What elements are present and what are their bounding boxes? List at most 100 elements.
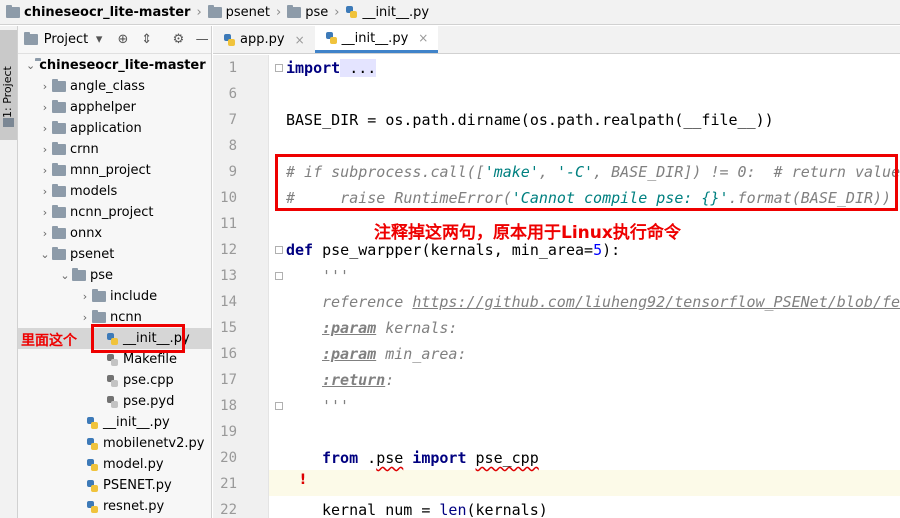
breadcrumb-item-pse[interactable]: pse (287, 4, 328, 20)
chevron-right-icon[interactable]: › (38, 80, 52, 93)
tree-item[interactable]: PSENET.py (18, 475, 211, 496)
gear-icon[interactable]: ⚙ (170, 31, 188, 49)
tree-item[interactable]: ⌄ pse (18, 265, 211, 286)
line-number: 20 (220, 450, 237, 466)
fold-marker-icon[interactable] (275, 402, 283, 410)
fold-marker-icon[interactable] (275, 246, 283, 254)
tree-item[interactable]: mobilenetv2.py (18, 433, 211, 454)
docstring-link[interactable]: https://github.com/liuheng92/tensorflow_… (412, 293, 900, 311)
chevron-down-icon[interactable]: ⌄ (58, 269, 72, 282)
code-token: . (358, 449, 377, 467)
line-number: 10 (220, 190, 237, 206)
folder-icon (52, 121, 66, 134)
fold-marker-icon[interactable] (275, 272, 283, 280)
tree-item[interactable]: resnet.py (18, 496, 211, 517)
breadcrumb-item-file[interactable]: __init__.py (345, 5, 429, 20)
docstring-tag: :param (322, 319, 377, 337)
line-number: 9 (228, 164, 237, 180)
chevron-right-icon[interactable]: › (38, 122, 52, 135)
tree-item-label: __init__.py (103, 415, 170, 430)
line-number: 17 (220, 372, 237, 388)
code-line-15: :param kernals: (270, 315, 900, 341)
code-area[interactable]: import ... BASE_DIR = os.path.dirname(os… (270, 55, 900, 518)
tree-item-label: onnx (70, 226, 103, 241)
annotation-box-tree (91, 324, 185, 353)
close-icon[interactable]: × (295, 33, 305, 47)
collapse-all-icon[interactable]: ⇕ (138, 31, 156, 49)
line-number: 16 (220, 346, 237, 362)
tree-item-label: psenet (70, 247, 115, 262)
folder-icon (6, 4, 20, 18)
tree-item-label: model.py (103, 457, 164, 472)
tree-item-label: models (70, 184, 118, 199)
line-number: 21 (220, 476, 237, 492)
tree-item[interactable]: › mnn_project (18, 160, 211, 181)
tab-app-py[interactable]: app.py × (213, 26, 315, 53)
code-line-18: ''' (270, 393, 900, 419)
chevron-right-icon[interactable]: › (78, 311, 92, 324)
tree-item[interactable]: pse.cpp (18, 370, 211, 391)
unresolved-module[interactable]: pse (376, 449, 403, 467)
breadcrumb-label: __init__.py (362, 4, 430, 20)
close-icon[interactable]: × (418, 31, 428, 45)
fold-marker-icon[interactable] (275, 64, 283, 72)
line-number-gutter: 1 6 7 8 9 10 11 12 13 14 15 16 17 18 19 … (213, 55, 269, 518)
tab-label: __init__.py (341, 30, 409, 46)
breadcrumb-label: psenet (225, 4, 270, 20)
breadcrumb-item-root[interactable]: chineseocr_lite-master (6, 4, 190, 20)
tree-item-label: pse.cpp (123, 373, 174, 388)
code-line-14: reference https://github.com/liuheng92/t… (270, 289, 900, 315)
tree-item[interactable]: model.py (18, 454, 211, 475)
tree-item[interactable]: pse.pyd (18, 391, 211, 412)
line-number: 18 (220, 398, 237, 414)
tree-item[interactable]: › angle_class (18, 76, 211, 97)
hide-icon[interactable]: — (193, 31, 211, 49)
chevron-right-icon[interactable]: › (38, 206, 52, 219)
tree-item-label: resnet.py (103, 499, 165, 514)
tree-item-label: crnn (70, 142, 99, 157)
folded-region[interactable]: ... (340, 59, 377, 77)
folder-icon (3, 118, 14, 127)
line-number: 13 (220, 268, 237, 284)
tree-item[interactable]: __init__.py (18, 412, 211, 433)
tree-item[interactable]: › crnn (18, 139, 211, 160)
tree-item[interactable]: ⌄ psenet (18, 244, 211, 265)
code-line-20: from . pse import pse_cpp (270, 445, 900, 471)
file-icon (106, 395, 119, 409)
annotation-box-code (275, 154, 898, 211)
tree-item[interactable]: › application (18, 118, 211, 139)
chevron-right-icon[interactable]: › (38, 101, 52, 114)
code-keyword: def (286, 241, 314, 259)
code-docstring: reference (322, 293, 413, 311)
tab-init-py[interactable]: __init__.py × (314, 26, 439, 53)
chevron-down-icon[interactable]: ▾ (90, 31, 108, 49)
tree-item-label: ncnn (110, 310, 142, 325)
code-docstring: : (385, 371, 395, 389)
breadcrumb-item-psenet[interactable]: psenet (207, 4, 270, 20)
chevron-right-icon[interactable]: › (38, 185, 52, 198)
annotation-tree-note: 里面这个 (21, 333, 77, 349)
chevron-right-icon[interactable]: › (38, 164, 52, 177)
tree-item[interactable]: › onnx (18, 223, 211, 244)
python-file-icon (86, 500, 99, 514)
chevron-down-icon[interactable]: ⌄ (26, 59, 35, 72)
tree-item-root[interactable]: ⌄ chineseocr_lite-master C: (18, 55, 211, 76)
tree-item[interactable]: › include (18, 286, 211, 307)
python-file-icon (223, 33, 236, 47)
chevron-right-icon[interactable]: › (78, 290, 92, 303)
unresolved-name[interactable]: pse_cpp (476, 449, 539, 467)
tab-label: app.py (240, 32, 285, 47)
tree-item[interactable]: › models (18, 181, 211, 202)
project-panel: Project ▾ ⊕ ⇕ ⚙ — ⌄ chineseocr_lite-mast… (18, 26, 212, 518)
tree-item[interactable]: › apphelper (18, 97, 211, 118)
chevron-down-icon[interactable]: ⌄ (38, 248, 52, 261)
project-view-dropdown[interactable]: Project (44, 32, 88, 47)
code-docstring: ''' (322, 267, 350, 285)
chevron-right-icon[interactable]: › (38, 143, 52, 156)
folder-icon (92, 310, 106, 323)
annotation-code-note: 注释掉这两句，原本用于Linux执行命令 (374, 223, 681, 243)
chevron-right-icon[interactable]: › (38, 227, 52, 240)
locate-icon[interactable]: ⊕ (114, 31, 132, 49)
tree-item[interactable]: › ncnn_project (18, 202, 211, 223)
line-number: 19 (220, 424, 237, 440)
